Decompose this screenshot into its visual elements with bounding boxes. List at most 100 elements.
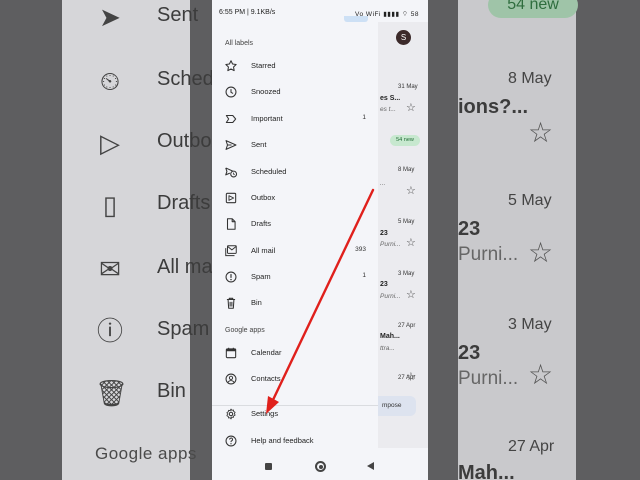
bg-star-icon: ☆ xyxy=(528,117,554,148)
drawer-item-scheduled[interactable]: Scheduled xyxy=(212,159,378,185)
avatar[interactable]: S xyxy=(396,30,411,45)
drawer-item-label: Drafts xyxy=(251,219,272,228)
bg-label: Bin xyxy=(157,380,186,402)
bg-sender-fragment: Purni... xyxy=(458,368,519,389)
phone-screen: 6:55 PM | 9.1KB/s Vo WiFi ▮▮▮▮ ⌔ 58 S 31… xyxy=(212,0,428,480)
all-mail-icon xyxy=(224,244,238,258)
drawer-item-calendar[interactable]: Calendar xyxy=(212,340,378,366)
drawer-item-contacts[interactable]: Contacts xyxy=(212,366,378,392)
drawer-item-label: Important xyxy=(251,114,283,123)
contacts-icon xyxy=(224,372,238,386)
drawer-item-label: Starred xyxy=(251,61,276,70)
spam-icon: ⓘ xyxy=(96,316,123,346)
drawer-item-label: Spam xyxy=(251,272,271,281)
drawer-item-count: 1 xyxy=(362,114,366,121)
spam-icon xyxy=(224,270,238,284)
inbox-underlay: S 31 May es S... es t... ☆ 54 new 8 May … xyxy=(368,22,428,448)
status-time: 6:55 PM | 9.1KB/s xyxy=(219,9,276,16)
bg-label: Spam xyxy=(157,318,210,340)
clock-icon xyxy=(224,85,238,99)
email-subject-fragment: 23 xyxy=(380,230,388,237)
section-google-apps: Google apps xyxy=(225,327,265,334)
email-date: 3 May xyxy=(398,271,415,277)
bg-date: 5 May xyxy=(508,192,552,209)
scheduled-send-icon: ⏲ xyxy=(99,66,121,96)
draft-icon xyxy=(224,217,238,231)
star-icon xyxy=(224,59,238,73)
drawer-item-settings[interactable]: Settings xyxy=(212,401,378,427)
help-icon xyxy=(224,434,238,448)
star-icon[interactable]: ☆ xyxy=(406,288,416,301)
gear-icon xyxy=(224,407,238,421)
bin-icon xyxy=(224,296,238,310)
drawer-item-spam[interactable]: Spam 1 xyxy=(212,264,378,290)
bg-label: Sent xyxy=(157,4,199,26)
send-icon: ➤ xyxy=(99,2,121,32)
drawer-item-snoozed[interactable]: Snoozed xyxy=(212,79,378,105)
bg-label: All mail xyxy=(157,256,212,278)
bg-row-sent: ➤ Sent xyxy=(0,0,212,40)
drawer-item-count: 1 xyxy=(362,272,366,279)
drawer-item-drafts[interactable]: Drafts xyxy=(212,211,378,237)
bg-star-icon: ☆ xyxy=(528,237,554,268)
bg-subject-fragment: ions?... xyxy=(458,96,528,118)
email-snippet-fragment: es t... xyxy=(380,106,396,113)
system-nav-bar xyxy=(212,448,428,480)
send-icon xyxy=(224,138,238,152)
email-snippet-fragment: ttra... xyxy=(380,345,395,352)
status-bar: 6:55 PM | 9.1KB/s Vo WiFi ▮▮▮▮ ⌔ 58 xyxy=(212,0,428,22)
email-subject-fragment: 23 xyxy=(380,281,388,288)
bg-subject-fragment: 23 xyxy=(458,218,481,240)
email-date: 5 May xyxy=(398,219,415,225)
back-button[interactable] xyxy=(367,462,374,470)
bg-google-apps-label: Google apps xyxy=(95,444,197,463)
email-date: 8 May xyxy=(398,167,415,173)
drawer-item-all-mail[interactable]: All mail 393 xyxy=(212,238,378,264)
drawer-item-label: Settings xyxy=(251,409,279,418)
drawer-item-count: 393 xyxy=(355,246,366,253)
drawer-item-sent[interactable]: Sent xyxy=(212,132,378,158)
background-left: ➤ Sent ⏲ Scheduled ▷ Outbox ▯ Drafts ✉ A… xyxy=(0,0,212,480)
home-button[interactable] xyxy=(315,461,326,472)
background-right: 54 new 8 May ions?... ☆ 5 May 23 Purni..… xyxy=(428,0,640,480)
drawer-item-important[interactable]: Important 1 xyxy=(212,106,378,132)
new-badge: 54 new xyxy=(390,135,420,146)
star-icon[interactable]: ☆ xyxy=(406,101,416,114)
calendar-icon xyxy=(224,346,238,360)
drawer-item-label: Sent xyxy=(251,140,267,149)
important-icon xyxy=(224,112,238,126)
bin-icon: 🗑 xyxy=(95,378,129,408)
bg-row-all-mail: ✉ All mail xyxy=(0,252,212,292)
bg-star-icon: ☆ xyxy=(528,359,554,390)
draft-icon: ▯ xyxy=(102,190,118,220)
bg-row-spam: ⓘ Spam xyxy=(0,314,212,354)
bg-row-drafts: ▯ Drafts xyxy=(0,188,212,228)
bg-row-scheduled: ⏲ Scheduled xyxy=(0,64,212,104)
drawer-item-label: All mail xyxy=(251,246,276,255)
email-date: 31 May xyxy=(398,84,418,90)
drawer-item-outbox[interactable]: Outbox xyxy=(212,185,378,211)
outbox-icon xyxy=(224,191,238,205)
bg-subject-fragment: 23 xyxy=(458,342,481,364)
drawer-item-label: Scheduled xyxy=(251,167,287,176)
drawer-item-bin[interactable]: Bin xyxy=(212,290,378,316)
bg-date: 27 Apr xyxy=(508,438,555,455)
star-icon[interactable]: ☆ xyxy=(406,236,416,249)
drawer-item-label: Calendar xyxy=(251,348,282,357)
star-icon[interactable]: ☆ xyxy=(406,184,416,197)
drawer-item-label: Help and feedback xyxy=(251,436,314,445)
drawer-item-starred[interactable]: Starred xyxy=(212,53,378,79)
outbox-icon: ▷ xyxy=(100,128,120,158)
recents-button[interactable] xyxy=(265,463,272,470)
scheduled-send-icon xyxy=(224,165,238,179)
bg-date: 8 May xyxy=(508,70,552,87)
all-mail-icon: ✉ xyxy=(99,254,121,284)
drawer-item-label: Bin xyxy=(251,298,262,307)
bg-row-bin: 🗑 Bin xyxy=(0,376,212,416)
bg-label: Scheduled xyxy=(157,68,212,90)
bg-row-outbox: ▷ Outbox xyxy=(0,126,212,166)
email-subject-fragment: es S... xyxy=(380,95,401,102)
email-subject-fragment: Mah... xyxy=(380,333,400,340)
drawer-item-label: Outbox xyxy=(251,193,276,202)
star-icon[interactable]: ☆ xyxy=(406,370,416,383)
